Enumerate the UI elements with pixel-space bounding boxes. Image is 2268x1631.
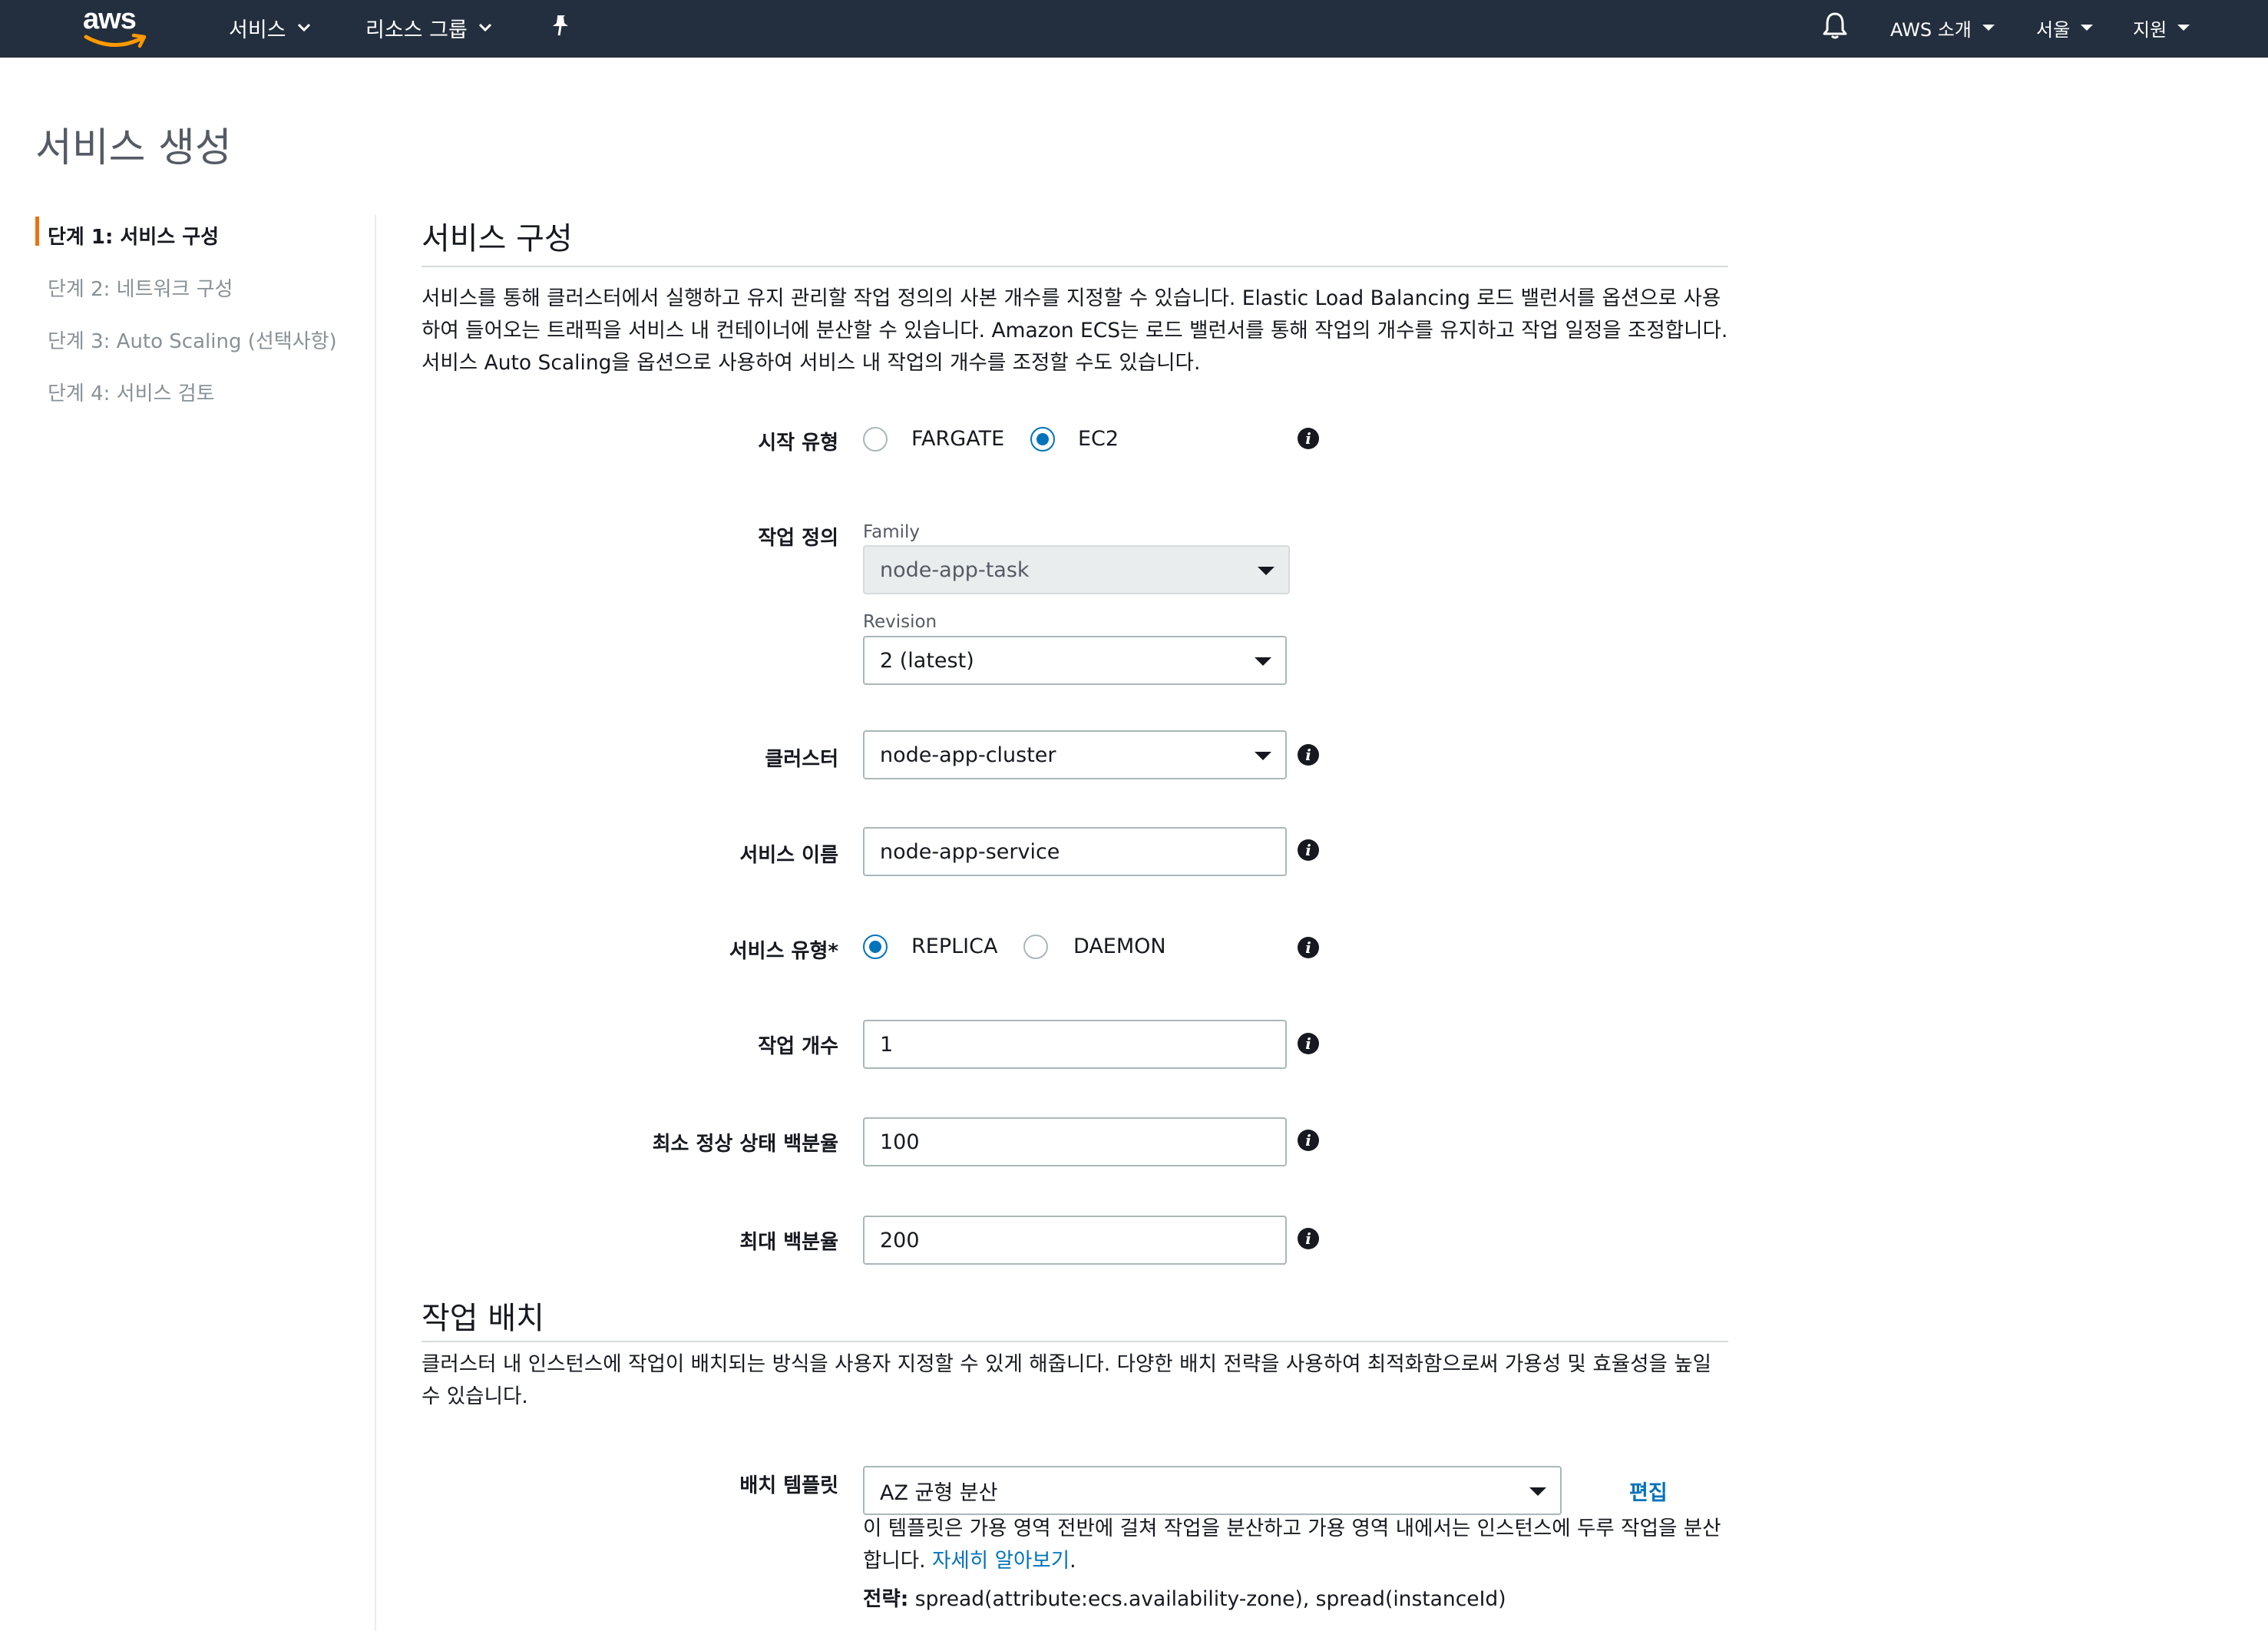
chevron-down-icon — [297, 23, 311, 32]
family-select-value: node-app-task — [880, 557, 1030, 582]
region-menu-label: 서울 — [2036, 18, 2071, 41]
family-label: Family — [863, 522, 921, 542]
task-count-label: 작업 개수 — [758, 1035, 838, 1058]
step-4-item: 단계 4: 서비스 검토 — [48, 382, 215, 405]
bell-icon — [1821, 11, 1849, 45]
top-nav: aws 서비스 리소스 그룹 AWS 소개 서울 지원 — [0, 0, 2268, 58]
placement-template-label: 배치 템플릿 — [739, 1474, 838, 1497]
account-menu-label: AWS 소개 — [1890, 18, 1972, 41]
region-menu[interactable]: 서울 — [2036, 11, 2094, 45]
launch-type-label: 시작 유형 — [758, 432, 838, 455]
caret-down-icon — [1982, 25, 1995, 31]
service-config-title: 서비스 구성 — [422, 221, 573, 256]
cluster-label: 클러스터 — [765, 748, 838, 771]
caret-down-icon — [1255, 657, 1271, 666]
task-count-input[interactable]: 1 — [863, 1020, 1287, 1069]
max-percent-label: 최대 백분율 — [739, 1231, 838, 1254]
ec2-radio[interactable] — [1030, 427, 1055, 452]
cluster-select[interactable]: node-app-cluster — [863, 730, 1287, 779]
launch-type-info-icon[interactable]: i — [1298, 428, 1319, 449]
section-divider — [422, 266, 1728, 267]
placement-strategy: 전략: spread(attribute:ecs.availability-zo… — [863, 1582, 1506, 1612]
revision-select-value: 2 (latest) — [880, 648, 974, 673]
placement-template-select[interactable]: AZ 균형 분산 — [863, 1466, 1562, 1515]
replica-radio-label[interactable]: REPLICA — [911, 935, 997, 958]
placement-template-value: AZ 균형 분산 — [880, 1480, 998, 1505]
service-name-input[interactable]: node-app-service — [863, 827, 1287, 876]
service-type-info-icon[interactable]: i — [1298, 937, 1319, 958]
strategy-value: spread(attribute:ecs.availability-zone),… — [914, 1587, 1506, 1611]
wizard-steps: 단계 1: 서비스 구성 단계 2: 네트워크 구성 단계 3: Auto Sc… — [35, 209, 358, 418]
ec2-radio-label[interactable]: EC2 — [1078, 427, 1119, 451]
caret-down-icon — [2081, 25, 2094, 31]
revision-label: Revision — [863, 612, 937, 632]
min-healthy-percent-info-icon[interactable]: i — [1298, 1130, 1319, 1151]
replica-radio[interactable] — [863, 935, 888, 959]
section-divider — [422, 1341, 1728, 1342]
fargate-radio-label[interactable]: FARGATE — [911, 427, 1004, 451]
aws-smile-icon — [84, 33, 147, 48]
chevron-down-icon — [478, 23, 492, 32]
daemon-radio-label[interactable]: DAEMON — [1073, 935, 1166, 958]
edit-template-link[interactable]: 편집 — [1629, 1476, 1668, 1506]
pin-icon — [550, 14, 571, 42]
step-3-item: 단계 3: Auto Scaling (선택사항) — [48, 329, 337, 353]
caret-down-icon — [1258, 567, 1275, 575]
task-definition-label: 작업 정의 — [758, 527, 838, 550]
cluster-info-icon[interactable]: i — [1298, 744, 1319, 766]
caret-down-icon — [2177, 25, 2190, 31]
task-placement-title: 작업 배치 — [422, 1301, 544, 1336]
aws-logo-text: aws — [83, 3, 137, 35]
service-name-label: 서비스 이름 — [739, 844, 838, 867]
page-title: 서비스 생성 — [35, 125, 232, 171]
min-healthy-percent-label: 최소 정상 상태 백분율 — [652, 1133, 838, 1156]
strategy-label: 전략: — [863, 1587, 909, 1611]
services-menu-label: 서비스 — [229, 18, 286, 42]
min-healthy-percent-input[interactable]: 100 — [863, 1117, 1287, 1166]
max-percent-input[interactable]: 200 — [863, 1216, 1287, 1265]
resource-groups-label: 리소스 그룹 — [365, 18, 468, 42]
aws-logo[interactable]: aws — [81, 3, 147, 49]
services-menu[interactable]: 서비스 — [229, 11, 311, 45]
account-menu[interactable]: AWS 소개 — [1890, 11, 1995, 45]
help-period: . — [1070, 1549, 1076, 1573]
sidebar-divider — [375, 215, 376, 1631]
max-percent-info-icon[interactable]: i — [1298, 1228, 1319, 1249]
caret-down-icon — [1529, 1487, 1546, 1496]
task-placement-description: 클러스터 내 인스턴스에 작업이 배치되는 방식을 사용자 지정할 수 있게 해… — [422, 1352, 1712, 1408]
resource-groups-menu[interactable]: 리소스 그룹 — [365, 11, 492, 45]
pin-button[interactable] — [550, 11, 571, 45]
service-name-info-icon[interactable]: i — [1298, 839, 1319, 861]
task-count-info-icon[interactable]: i — [1298, 1033, 1319, 1054]
fargate-radio[interactable] — [863, 427, 888, 452]
cluster-select-value: node-app-cluster — [880, 743, 1056, 767]
learn-more-link[interactable]: 자세히 알아보기 — [932, 1549, 1070, 1573]
support-menu-label: 지원 — [2133, 18, 2167, 41]
support-menu[interactable]: 지원 — [2133, 11, 2190, 45]
placement-help-text: 이 템플릿은 가용 영역 전반에 걸쳐 작업을 분산하고 가용 영역 내에서는 … — [863, 1513, 1738, 1577]
service-type-label: 서비스 유형* — [729, 940, 838, 963]
family-select[interactable]: node-app-task — [863, 545, 1290, 594]
daemon-radio[interactable] — [1023, 935, 1048, 959]
step-2-item: 단계 2: 네트워크 구성 — [48, 277, 233, 301]
service-config-description: 서비스를 통해 클러스터에서 실행하고 유지 관리할 작업 정의의 사본 개수를… — [422, 286, 1728, 375]
step-1-item[interactable]: 단계 1: 서비스 구성 — [35, 209, 358, 261]
caret-down-icon — [1255, 752, 1271, 760]
revision-select[interactable]: 2 (latest) — [863, 636, 1287, 685]
notifications-button[interactable] — [1821, 11, 1849, 45]
